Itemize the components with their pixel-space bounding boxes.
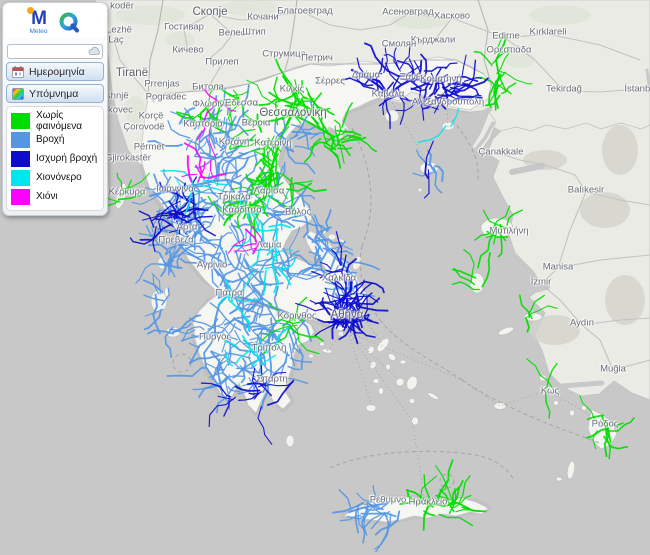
rainbow-icon: [12, 88, 24, 100]
weather-map-app: kodërLezhëLaçСкопјеГостиварКочаниБлагоев…: [0, 0, 650, 555]
control-panel: M Meteo: [2, 2, 108, 216]
legend-item-label: Ισχυρή βροχή: [36, 153, 97, 164]
legend-swatch: [11, 151, 30, 167]
legend-item-label: Χιονόνερο: [36, 172, 82, 183]
calendar-icon: [12, 66, 24, 78]
date-button-label: Ημερομηνία: [29, 66, 85, 78]
legend-item: Χιόνι: [11, 187, 99, 206]
legend-button[interactable]: Υπόμνημα: [6, 84, 104, 103]
search-row: [7, 41, 103, 59]
legend-button-label: Υπόμνημα: [29, 88, 78, 100]
legend-panel: Χωρίς φαινόμενα Βροχή Ισχυρή βροχή Χιονό…: [6, 106, 104, 211]
meteo-dot-icon: [27, 7, 34, 14]
legend-swatch: [11, 113, 30, 129]
q-logo[interactable]: [58, 11, 81, 34]
cloud-icon[interactable]: [88, 43, 101, 54]
legend-item: Χιονόνερο: [11, 168, 99, 187]
legend-item: Ισχυρή βροχή: [11, 149, 99, 168]
legend-swatch: [11, 189, 30, 205]
legend-item: Χωρίς φαινόμενα: [11, 111, 99, 130]
legend-item: Βροχή: [11, 130, 99, 149]
date-button[interactable]: Ημερομηνία: [6, 62, 104, 81]
q-logo-icon: [58, 11, 81, 34]
legend-item-label: Βροχή: [36, 134, 64, 145]
legend-item-label: Χιόνι: [36, 191, 58, 202]
legend-swatch: [11, 132, 30, 148]
logo-bar: M Meteo: [6, 6, 104, 38]
meteo-logo-label: Meteo: [29, 29, 47, 36]
legend-item-label: Χωρίς φαινόμενα: [36, 110, 99, 132]
legend-swatch: [11, 170, 30, 186]
meteo-logo[interactable]: M Meteo: [29, 9, 47, 36]
